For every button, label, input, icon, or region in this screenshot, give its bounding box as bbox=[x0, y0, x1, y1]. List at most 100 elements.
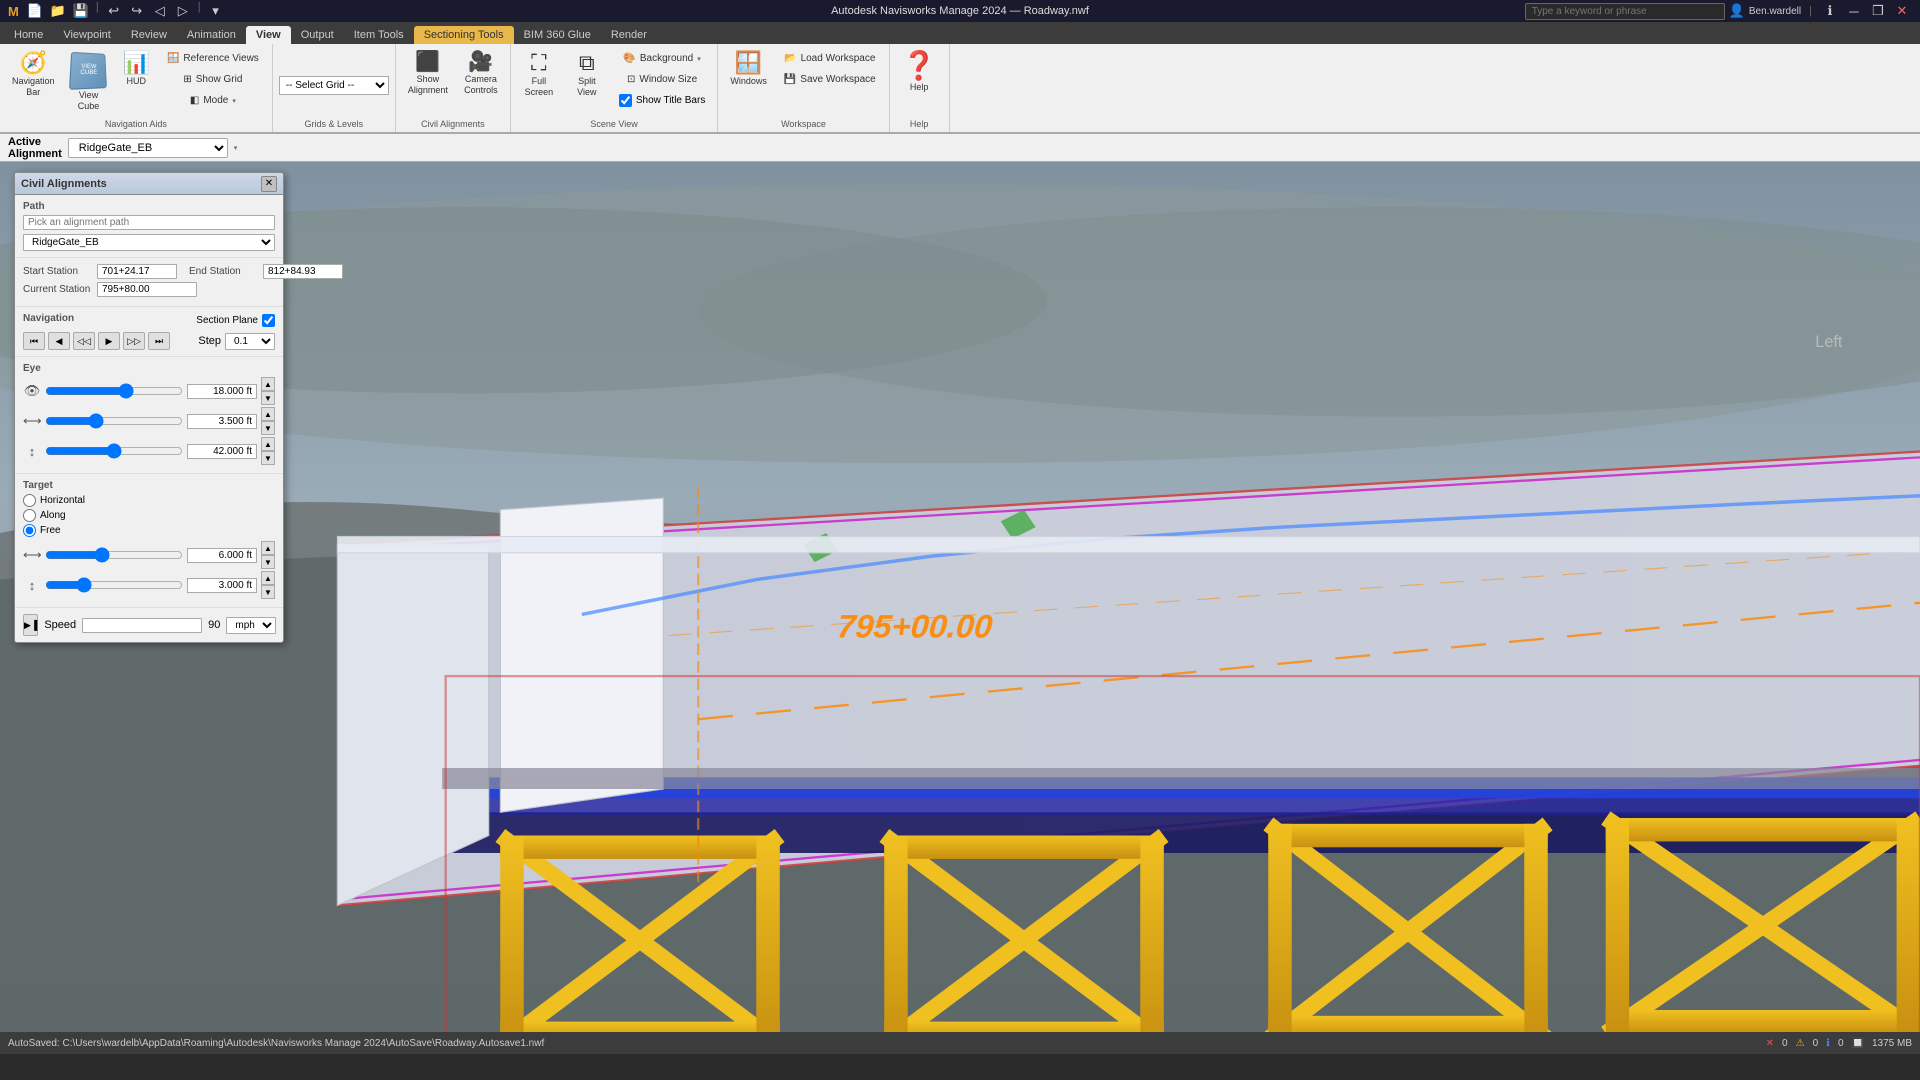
civil-panel-close-btn[interactable]: ✕ bbox=[261, 176, 277, 192]
view-cube-btn[interactable]: VIEWCUBE ViewCube bbox=[65, 48, 113, 116]
nav-prev-btn[interactable]: ◀ bbox=[48, 332, 70, 350]
target-v1-value: 6.000 ft bbox=[187, 548, 257, 563]
eye-z-up[interactable]: ▲ bbox=[261, 437, 275, 451]
civil-panel-header: Civil Alignments ✕ bbox=[15, 173, 283, 195]
eye-z-slider[interactable] bbox=[45, 444, 183, 458]
username: Ben.wardell bbox=[1749, 6, 1801, 17]
tab-review[interactable]: Review bbox=[121, 26, 177, 44]
target-free-radio[interactable] bbox=[23, 524, 36, 537]
tab-render[interactable]: Render bbox=[601, 26, 657, 44]
forward-btn[interactable]: ▷ bbox=[173, 1, 193, 21]
title-left: M 📄 📁 💾 | ↩ ↪ ◁ ▷ | ▾ bbox=[8, 1, 226, 21]
svg-text:Left: Left bbox=[1815, 333, 1843, 351]
tab-view[interactable]: View bbox=[246, 26, 291, 44]
target-v2-down[interactable]: ▼ bbox=[261, 585, 275, 599]
target-along-radio[interactable] bbox=[23, 509, 36, 522]
eye-y-down[interactable]: ▼ bbox=[261, 421, 275, 435]
user-icon: 👤 bbox=[1729, 3, 1745, 19]
target-section: Target Horizontal Along Free bbox=[15, 474, 283, 608]
nav-first-btn[interactable]: ⏮ bbox=[23, 332, 45, 350]
small-group-nav: 🪟 Reference Views ⊞ Show Grid ◧ Mode ▾ bbox=[160, 50, 266, 109]
tab-bim360[interactable]: BIM 360 Glue bbox=[514, 26, 601, 44]
save-btn[interactable]: 💾 bbox=[71, 1, 91, 21]
eye-y-row: ⟷ 3.500 ft ▲ ▼ bbox=[23, 407, 275, 435]
split-view-btn[interactable]: ⧉ SplitView bbox=[565, 48, 609, 102]
grid-select[interactable]: -- Select Grid -- bbox=[279, 76, 389, 95]
speed-unit-select[interactable]: mph km/h bbox=[226, 617, 276, 634]
target-v2-up[interactable]: ▲ bbox=[261, 571, 275, 585]
info-btn[interactable]: ℹ bbox=[1820, 1, 1840, 21]
section-plane-checkbox[interactable] bbox=[262, 314, 275, 327]
new-btn[interactable]: 📄 bbox=[25, 1, 45, 21]
help-btn[interactable]: ❓ Help bbox=[896, 48, 943, 96]
section-plane-row: Section Plane bbox=[196, 314, 275, 327]
nav-fwd-play-btn[interactable]: ▷▷ bbox=[123, 332, 145, 350]
end-station-label: End Station bbox=[189, 266, 259, 277]
show-title-bars-row[interactable]: Show Title Bars bbox=[613, 92, 711, 109]
current-station-input[interactable] bbox=[97, 282, 197, 297]
eye-x-up[interactable]: ▲ bbox=[261, 377, 275, 391]
eye-x-down[interactable]: ▼ bbox=[261, 391, 275, 405]
group-navigation-aids: 🧭 NavigationBar VIEWCUBE ViewCube 📊 HUD … bbox=[0, 44, 273, 132]
full-screen-btn[interactable]: ⛶ FullScreen bbox=[517, 48, 561, 102]
close-btn[interactable]: ✕ bbox=[1892, 1, 1912, 21]
end-station-input[interactable] bbox=[263, 264, 343, 279]
hud-btn[interactable]: 📊 HUD bbox=[117, 48, 156, 90]
nav-rev-play-btn[interactable]: ◁◁ bbox=[73, 332, 95, 350]
active-alignment-dropdown-arrow: ▾ bbox=[234, 144, 238, 152]
windows-btn[interactable]: 🪟 Windows bbox=[724, 48, 773, 90]
show-grid-btn[interactable]: ⊞ Show Grid bbox=[160, 71, 266, 88]
full-screen-icon: ⛶ bbox=[531, 52, 546, 74]
target-horizontal-radio[interactable] bbox=[23, 494, 36, 507]
show-title-bars-checkbox[interactable] bbox=[619, 94, 632, 107]
target-v1-down[interactable]: ▼ bbox=[261, 555, 275, 569]
play-speed-btn[interactable]: ▶▐ bbox=[23, 614, 38, 636]
background-btn[interactable]: 🎨 Background ▾ bbox=[613, 50, 711, 67]
target-v1-up[interactable]: ▲ bbox=[261, 541, 275, 555]
view-cube-icon: VIEWCUBE bbox=[69, 52, 107, 90]
more-btn[interactable]: ▾ bbox=[206, 1, 226, 21]
path-label: Path bbox=[23, 201, 275, 212]
nav-play-btn[interactable]: ▶ bbox=[98, 332, 120, 350]
save-workspace-btn[interactable]: 💾 Save Workspace bbox=[777, 71, 883, 88]
redo-btn[interactable]: ↪ bbox=[127, 1, 147, 21]
target-v1-slider[interactable] bbox=[45, 548, 183, 562]
minimize-btn[interactable]: ─ bbox=[1844, 1, 1864, 21]
eye-y-up[interactable]: ▲ bbox=[261, 407, 275, 421]
show-alignment-btn[interactable]: ⬛ ShowAlignment bbox=[402, 48, 454, 100]
tab-item-tools[interactable]: Item Tools bbox=[344, 26, 414, 44]
speed-input[interactable] bbox=[82, 618, 202, 633]
mode-btn[interactable]: ◧ Mode ▾ bbox=[160, 92, 266, 109]
camera-controls-btn[interactable]: 🎥 CameraControls bbox=[458, 48, 504, 100]
eye-y-slider[interactable] bbox=[45, 414, 183, 428]
tab-home[interactable]: Home bbox=[4, 26, 53, 44]
path-select[interactable]: RidgeGate_EB bbox=[23, 234, 275, 251]
undo-btn[interactable]: ↩ bbox=[104, 1, 124, 21]
step-select[interactable]: 0.1 0.5 1.0 bbox=[225, 333, 275, 350]
workspace-group-label: Workspace bbox=[724, 119, 882, 132]
nav-last-btn[interactable]: ⏭ bbox=[148, 332, 170, 350]
reference-views-btn[interactable]: 🪟 Reference Views bbox=[160, 50, 266, 67]
eye-x-slider[interactable] bbox=[45, 384, 183, 398]
split-view-icon: ⧉ bbox=[579, 52, 595, 74]
search-input[interactable] bbox=[1525, 3, 1725, 20]
window-size-btn[interactable]: ⊡ Window Size bbox=[613, 71, 711, 88]
open-btn[interactable]: 📁 bbox=[48, 1, 68, 21]
target-v2-slider[interactable] bbox=[45, 578, 183, 592]
load-workspace-btn[interactable]: 📂 Load Workspace bbox=[777, 50, 883, 67]
tab-viewpoint[interactable]: Viewpoint bbox=[53, 26, 121, 44]
start-station-input[interactable] bbox=[97, 264, 177, 279]
viewport[interactable]: 795+00.00 Left Civil Alignments ✕ Path R… bbox=[0, 162, 1920, 1032]
navigation-bar-btn[interactable]: 🧭 NavigationBar bbox=[6, 48, 61, 102]
active-alignment-select[interactable]: RidgeGate_EB bbox=[68, 138, 228, 158]
tab-animation[interactable]: Animation bbox=[177, 26, 246, 44]
scene-small-group: 🎨 Background ▾ ⊡ Window Size Show Title … bbox=[613, 50, 711, 109]
tab-sectioning-tools[interactable]: Sectioning Tools bbox=[414, 26, 514, 44]
back-btn[interactable]: ◁ bbox=[150, 1, 170, 21]
restore-btn[interactable]: ❒ bbox=[1868, 1, 1888, 21]
tab-output[interactable]: Output bbox=[291, 26, 344, 44]
path-input[interactable] bbox=[23, 215, 275, 230]
mode-dd-arrow: ▾ bbox=[232, 97, 236, 105]
quick-access-toolbar: 📄 📁 💾 | ↩ ↪ ◁ ▷ | ▾ bbox=[25, 1, 226, 21]
eye-z-down[interactable]: ▼ bbox=[261, 451, 275, 465]
